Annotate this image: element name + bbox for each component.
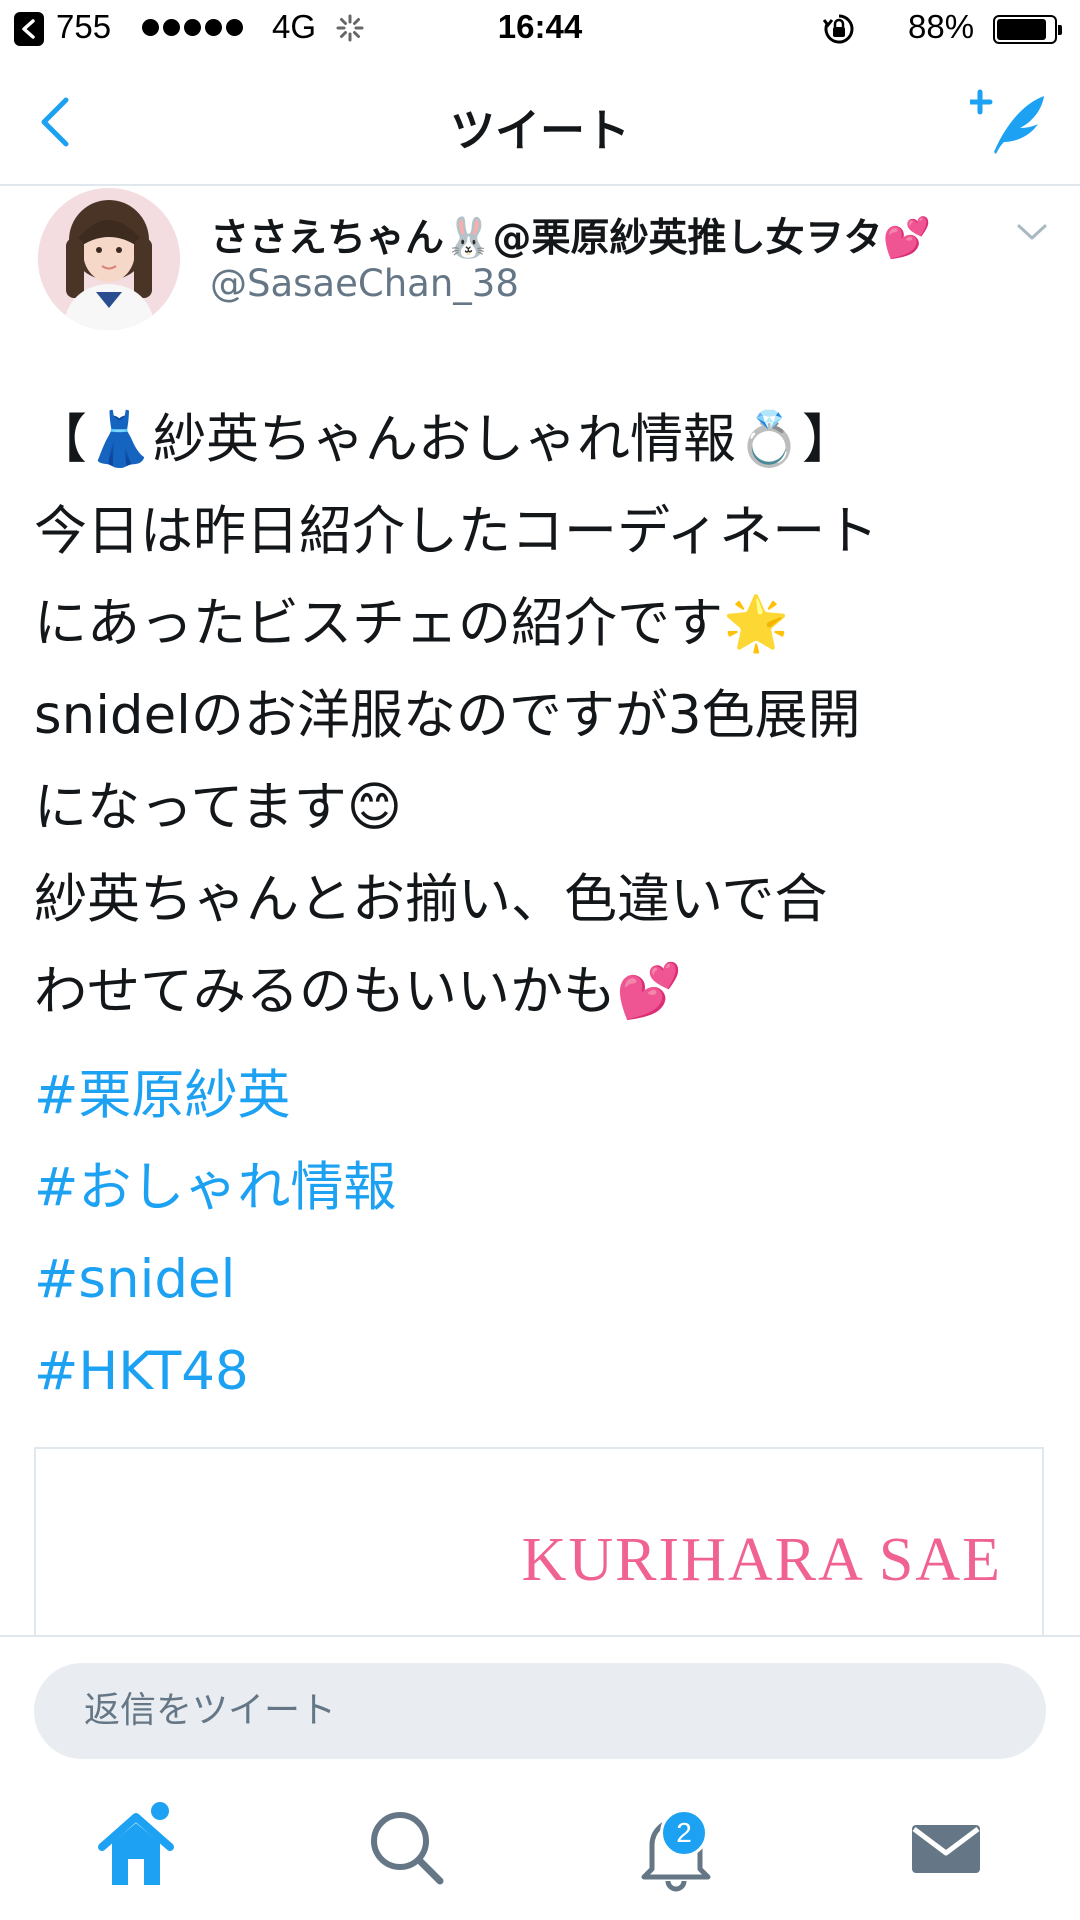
compose-tweet-icon[interactable]	[970, 88, 1050, 158]
tweet-text: 【👗紗英ちゃんおしゃれ情報💍】 今日は昨日紹介したコーディネート にあったビスチ…	[34, 409, 879, 1022]
status-bar: 755 4G 16:44 88%	[0, 0, 1080, 58]
messages-envelope-icon[interactable]	[896, 1797, 996, 1897]
hashtag-link[interactable]: #おしゃれ情報	[34, 1142, 934, 1234]
nav-bar: ツイート	[0, 58, 1080, 186]
reply-input[interactable]: 返信をツイート	[34, 1663, 1046, 1759]
chevron-down-icon[interactable]	[1016, 222, 1048, 242]
hashtag-link[interactable]: #HKT48	[34, 1326, 934, 1418]
hashtag-link[interactable]: #栗原紗英	[34, 1050, 934, 1142]
notifications-badge: 2	[660, 1809, 708, 1857]
author-name[interactable]: ささえちゃん🐰@栗原紗英推し女ヲタ💕	[210, 207, 931, 263]
rotation-lock-icon	[822, 14, 854, 44]
avatar-photo	[38, 188, 180, 330]
hashtag-link[interactable]: #snidel	[34, 1234, 934, 1326]
media-caption: KURIHARA SAE	[521, 1526, 1002, 1594]
reply-bar: 返信をツイート	[0, 1635, 1080, 1777]
author-handle[interactable]: @SasaeChan_38	[210, 262, 519, 305]
search-icon[interactable]	[356, 1797, 456, 1897]
avatar[interactable]	[38, 188, 180, 330]
battery-percent: 88%	[908, 8, 975, 45]
home-icon[interactable]	[86, 1797, 186, 1897]
hashtag-list: #栗原紗英 #おしゃれ情報 #snidel #HKT48	[34, 1050, 934, 1418]
tab-bar: 2	[0, 1775, 1080, 1920]
battery-icon	[993, 15, 1062, 44]
page-title: ツイート	[449, 104, 630, 157]
media-card[interactable]: KURIHARA SAE	[34, 1447, 1044, 1653]
